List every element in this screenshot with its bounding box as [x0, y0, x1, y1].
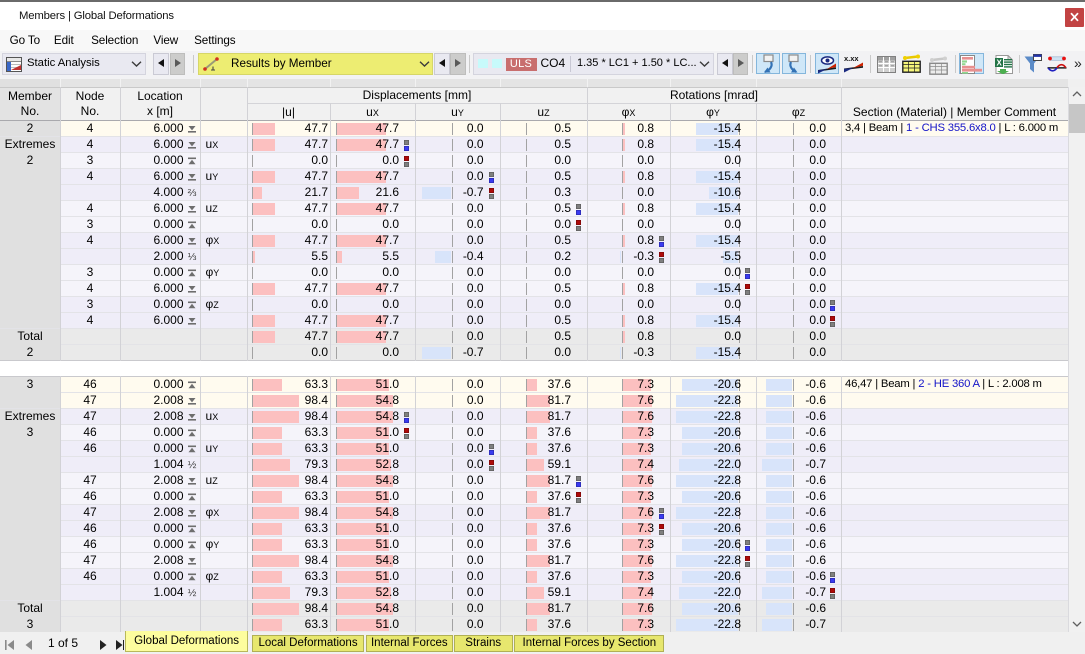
svg-text:x.xx: x.xx	[844, 54, 859, 63]
svg-text:X: X	[996, 58, 1002, 67]
